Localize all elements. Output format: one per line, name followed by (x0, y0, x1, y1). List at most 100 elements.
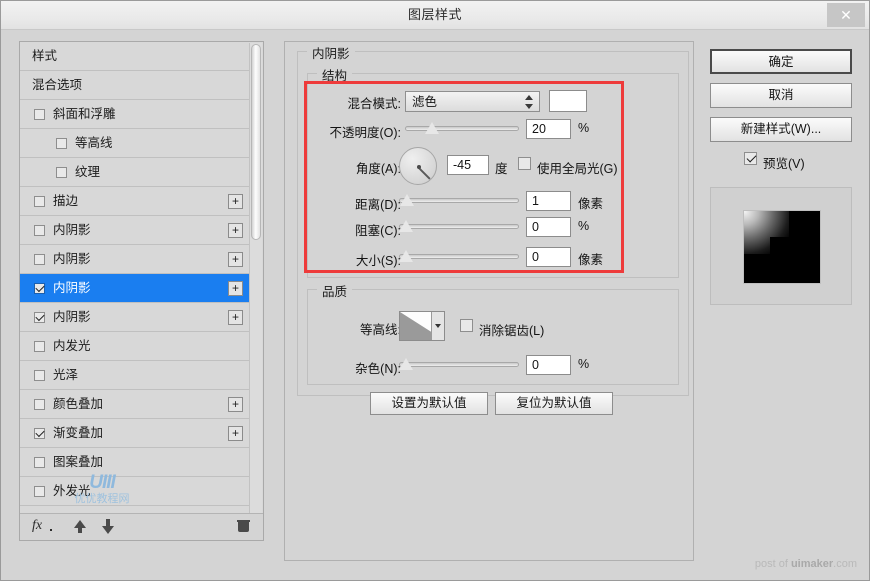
styles-list[interactable]: 样式 混合选项 斜面和浮雕 等高线 纹理 描边 + 内阴影 + 内阴影 + 内阴影 + 内阴影 + 内发光 光泽… (20, 42, 251, 524)
sidebar-item-checkbox[interactable] (34, 283, 45, 294)
sidebar-item-label: 描边 (53, 194, 79, 208)
distance-slider-track (399, 198, 519, 203)
choke-value: 0 (532, 220, 539, 234)
sidebar-item-10[interactable]: 内发光 (20, 332, 251, 361)
close-icon[interactable]: ✕ (827, 3, 865, 27)
shadow-color-swatch[interactable] (549, 90, 587, 112)
size-slider-thumb[interactable] (399, 250, 413, 262)
sidebar-item-6[interactable]: 内阴影 + (20, 216, 251, 245)
sidebar-item-0[interactable]: 样式 (20, 42, 251, 71)
cancel-button[interactable]: 取消 (710, 83, 852, 108)
sidebar-item-checkbox[interactable] (34, 254, 45, 265)
watermark-sub-text: 优优教程网 (74, 493, 130, 505)
angle-input[interactable]: -45 (447, 155, 489, 175)
blend-mode-value: 滤色 (412, 95, 438, 109)
opacity-label: 不透明度(O): (329, 126, 401, 140)
sidebar-scrollbar-thumb[interactable] (251, 44, 261, 240)
sidebar-item-label: 光泽 (53, 368, 79, 382)
sidebar-scrollbar[interactable] (249, 43, 262, 523)
choke-input[interactable]: 0 (526, 217, 571, 237)
distance-slider[interactable] (399, 193, 519, 207)
blend-mode-select[interactable]: 滤色 (405, 91, 540, 112)
sidebar-item-add-button[interactable]: + (228, 252, 243, 267)
distance-value: 1 (532, 194, 539, 208)
sidebar-item-add-button[interactable]: + (228, 310, 243, 325)
preview-checkbox[interactable] (744, 152, 757, 165)
sidebar-item-13[interactable]: 渐变叠加 + (20, 419, 251, 448)
reset-to-default-button[interactable]: 复位为默认值 (495, 392, 613, 415)
angle-dial[interactable] (399, 147, 437, 185)
sidebar-item-checkbox[interactable] (34, 399, 45, 410)
sidebar-item-3[interactable]: 等高线 (20, 129, 251, 158)
sidebar-item-checkbox[interactable] (34, 225, 45, 236)
styles-sidebar: 样式 混合选项 斜面和浮雕 等高线 纹理 描边 + 内阴影 + 内阴影 + 内阴影 + 内阴影 + 内发光 光泽… (19, 41, 264, 541)
preview-thumbnail-well (710, 187, 852, 305)
sidebar-item-1[interactable]: 混合选项 (20, 71, 251, 100)
distance-slider-thumb[interactable] (400, 194, 415, 206)
size-input[interactable]: 0 (526, 247, 571, 267)
sidebar-item-add-button[interactable]: + (228, 426, 243, 441)
choke-slider[interactable] (399, 219, 519, 233)
sidebar-item-add-button[interactable]: + (228, 194, 243, 209)
sidebar-item-checkbox[interactable] (34, 312, 45, 323)
sidebar-item-9[interactable]: 内阴影 + (20, 303, 251, 332)
fx-icon[interactable]: fx (32, 518, 42, 534)
anti-alias-checkbox[interactable] (460, 319, 473, 332)
sidebar-item-label: 混合选项 (32, 78, 83, 92)
noise-slider-track (399, 362, 519, 367)
sidebar-item-add-button[interactable]: + (228, 397, 243, 412)
sidebar-item-checkbox[interactable] (56, 167, 67, 178)
sidebar-item-label: 内阴影 (53, 223, 91, 237)
sidebar-item-checkbox[interactable] (34, 341, 45, 352)
size-value: 0 (532, 250, 539, 264)
opacity-input[interactable]: 20 (526, 119, 571, 139)
chevron-down-icon[interactable] (431, 312, 444, 340)
sidebar-item-checkbox[interactable] (34, 486, 45, 497)
distance-input[interactable]: 1 (526, 191, 571, 211)
sidebar-item-label: 内阴影 (53, 310, 91, 324)
sidebar-item-12[interactable]: 颜色叠加 + (20, 390, 251, 419)
sidebar-item-add-button[interactable]: + (228, 223, 243, 238)
noise-slider[interactable] (399, 357, 519, 371)
opacity-unit: % (578, 121, 590, 135)
move-down-arrow-icon[interactable] (102, 526, 114, 534)
use-global-light-checkbox[interactable] (518, 157, 531, 170)
sidebar-item-11[interactable]: 光泽 (20, 361, 251, 390)
sidebar-item-8[interactable]: 内阴影 + (20, 274, 251, 303)
opacity-slider[interactable] (405, 121, 519, 135)
angle-label: 角度(A): (355, 162, 401, 176)
sidebar-item-7[interactable]: 内阴影 + (20, 245, 251, 274)
noise-value: 0 (532, 358, 539, 372)
opacity-slider-thumb[interactable] (425, 122, 439, 134)
sidebar-item-5[interactable]: 描边 + (20, 187, 251, 216)
sidebar-item-label: 渐变叠加 (53, 426, 104, 440)
set-as-default-button[interactable]: 设置为默认值 (370, 392, 488, 415)
new-style-button[interactable]: 新建样式(W)... (710, 117, 852, 142)
sidebar-item-checkbox[interactable] (34, 109, 45, 120)
page-title: 图层样式 (407, 7, 462, 22)
opacity-value: 20 (532, 122, 546, 136)
move-down-arrow-stem[interactable] (106, 519, 110, 526)
sidebar-item-label: 颜色叠加 (53, 397, 104, 411)
sidebar-item-add-button[interactable]: + (228, 281, 243, 296)
sidebar-item-4[interactable]: 纹理 (20, 158, 251, 187)
choke-unit: % (578, 219, 590, 233)
size-slider[interactable] (399, 249, 519, 263)
contour-preset-picker[interactable] (399, 311, 445, 341)
sidebar-item-checkbox[interactable] (34, 428, 45, 439)
watermark-logo-text: UIII (89, 472, 116, 493)
sidebar-item-label: 纹理 (75, 165, 101, 179)
chevron-updown-icon[interactable] (525, 95, 534, 109)
noise-input[interactable]: 0 (526, 355, 571, 375)
blend-mode-label: 混合模式: (347, 97, 401, 111)
trash-icon[interactable] (237, 519, 250, 532)
ok-button[interactable]: 确定 (710, 49, 852, 74)
sidebar-item-checkbox[interactable] (34, 457, 45, 468)
choke-slider-thumb[interactable] (399, 220, 413, 232)
noise-slider-thumb[interactable] (399, 358, 413, 370)
sidebar-item-checkbox[interactable] (56, 138, 67, 149)
sidebar-item-checkbox[interactable] (34, 196, 45, 207)
sidebar-item-checkbox[interactable] (34, 370, 45, 381)
move-up-arrow-stem[interactable] (78, 527, 82, 533)
sidebar-item-2[interactable]: 斜面和浮雕 (20, 100, 251, 129)
